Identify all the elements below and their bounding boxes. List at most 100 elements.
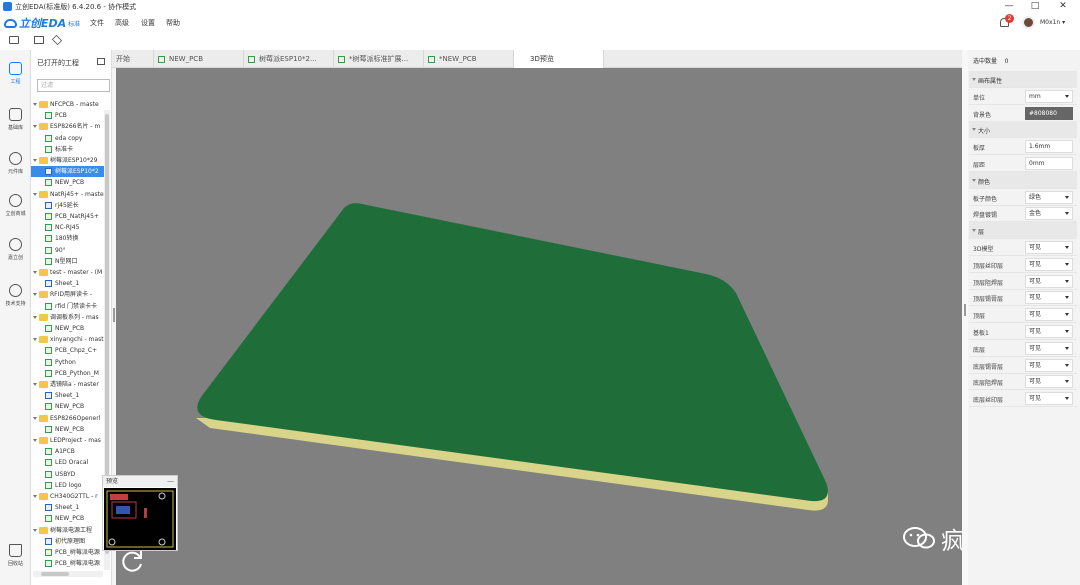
nav-jlc[interactable]: 嘉立创 xyxy=(0,234,31,268)
maximize-button[interactable]: □ xyxy=(1024,1,1046,13)
tab-3d-preview[interactable]: 3D预览 xyxy=(514,50,604,68)
project-filter-input[interactable]: 过滤 xyxy=(37,79,110,92)
tree-project-item[interactable]: 树莓派ESP10*29 xyxy=(31,155,105,166)
save-icon[interactable] xyxy=(34,36,44,44)
tree-document-item[interactable]: NEW_PCB xyxy=(31,323,105,334)
tree-project-item[interactable]: 调调板系列 - mas xyxy=(31,312,105,323)
menu-help[interactable]: 帮助 xyxy=(166,18,180,28)
property-select[interactable]: 可见 xyxy=(1025,274,1073,288)
tree-document-item[interactable]: 180转换 xyxy=(31,233,105,244)
expand-caret-icon[interactable] xyxy=(33,103,37,106)
nav-component-library[interactable]: 元件库 xyxy=(0,148,31,182)
property-select[interactable]: 可见 xyxy=(1025,375,1073,389)
tree-project-item[interactable]: LEDProject - mas xyxy=(31,435,105,446)
property-select[interactable]: 可见 xyxy=(1025,291,1073,305)
property-input[interactable]: #808080 xyxy=(1025,106,1073,120)
avatar[interactable] xyxy=(1022,16,1035,29)
nav-lcsc-mall[interactable]: 立创商城 xyxy=(0,190,31,224)
tree-document-item[interactable]: NEW_PCB xyxy=(31,513,105,524)
close-button[interactable]: ✕ xyxy=(1052,1,1074,13)
menu-file[interactable]: 文件 xyxy=(90,18,104,28)
tab-rpi-esp[interactable]: 树莓派ESP10*2... xyxy=(244,50,334,68)
tree-document-item[interactable]: 90° xyxy=(31,245,105,256)
right-splitter[interactable] xyxy=(962,50,968,585)
tree-project-item[interactable]: 透镜陪a - master xyxy=(31,379,105,390)
3d-viewport[interactable] xyxy=(116,68,962,585)
tree-document-item[interactable]: LED logo xyxy=(31,480,105,491)
tree-document-item[interactable]: LED Oracal xyxy=(31,457,105,468)
tree-document-item[interactable]: rfid 门禁读卡卡 xyxy=(31,301,105,312)
tree-project-item[interactable]: test - master - (M xyxy=(31,267,105,278)
property-input[interactable]: 1.6mm xyxy=(1025,140,1073,154)
expand-caret-icon[interactable] xyxy=(33,192,37,196)
expand-caret-icon[interactable] xyxy=(33,315,37,319)
expand-caret-icon[interactable] xyxy=(33,159,37,162)
tree-document-item[interactable]: eda copy xyxy=(31,133,105,144)
tree-document-item[interactable]: 初代原理图 xyxy=(31,536,105,547)
folder-open-icon[interactable] xyxy=(9,36,19,44)
expand-caret-icon[interactable] xyxy=(33,383,37,386)
property-select[interactable]: 可见 xyxy=(1025,392,1073,406)
user-name[interactable]: M0x1n ▾ xyxy=(1040,19,1065,26)
tab-start[interactable]: 开始 xyxy=(112,50,154,68)
expand-caret-icon[interactable] xyxy=(33,293,37,297)
tree-document-item[interactable]: NEW_PCB xyxy=(31,177,105,188)
tree-project-item[interactable]: 树莓派电源工程 xyxy=(31,525,105,536)
tab-new-pcb-2[interactable]: *NEW_PCB xyxy=(424,50,514,68)
nav-basic-library[interactable]: 基础库 xyxy=(0,104,31,138)
project-tree-hscrollbar[interactable] xyxy=(33,571,103,577)
tree-document-item[interactable]: rj45延长 xyxy=(31,200,105,211)
tab-rpi-std[interactable]: *树莓派标准扩展... xyxy=(334,50,424,68)
nav-support[interactable]: 技术支持 xyxy=(0,280,31,314)
tree-document-item[interactable]: NEW_PCB xyxy=(31,401,105,412)
expand-caret-icon[interactable] xyxy=(33,495,37,498)
property-select[interactable]: 可见 xyxy=(1025,241,1073,254)
menu-settings[interactable]: 设置 xyxy=(141,18,155,28)
property-select[interactable]: 可见 xyxy=(1025,325,1073,338)
tree-document-item[interactable]: PCB_树莓派电源 xyxy=(31,558,105,569)
tree-document-item[interactable]: NEW_PCB xyxy=(31,424,105,435)
tree-project-item[interactable]: ESP8266Openerl xyxy=(31,413,105,424)
tree-document-item[interactable]: Sheet_1 xyxy=(31,278,105,289)
menu-advanced[interactable]: 高级 xyxy=(115,18,129,28)
expand-caret-icon[interactable] xyxy=(33,271,37,274)
tree-document-item[interactable]: A1PCB xyxy=(31,446,105,457)
minimize-button[interactable]: — xyxy=(998,1,1020,13)
property-select[interactable]: 可见 xyxy=(1025,308,1073,322)
property-section[interactable]: 大小 xyxy=(969,121,1077,139)
tab-new-pcb[interactable]: NEW_PCB xyxy=(154,50,244,68)
property-input[interactable]: 0mm xyxy=(1025,157,1073,170)
nav-recycle-bin[interactable]: 回收站 xyxy=(0,540,31,574)
tree-document-item[interactable]: 树莓派ESP10*2 xyxy=(31,166,105,178)
reset-view-icon[interactable] xyxy=(119,548,145,574)
expand-caret-icon[interactable] xyxy=(33,416,37,420)
tree-document-item[interactable]: PCB_Python_M xyxy=(31,368,105,379)
tree-document-item[interactable]: PCB_NatRj45+ xyxy=(31,211,105,222)
property-select[interactable]: mm xyxy=(1025,89,1073,103)
tree-project-item[interactable]: NatRj45+ - maste xyxy=(31,189,105,200)
tree-document-item[interactable]: Python xyxy=(31,357,105,368)
tree-project-item[interactable]: ESP8266名片 - m xyxy=(31,121,105,132)
property-section[interactable]: 颜色 xyxy=(969,171,1077,189)
nav-project[interactable]: 工程 xyxy=(0,58,31,92)
property-section[interactable]: 画布属性 xyxy=(969,71,1077,88)
tree-document-item[interactable]: N型网口 xyxy=(31,256,105,267)
expand-caret-icon[interactable] xyxy=(33,528,37,532)
tree-document-item[interactable]: PCB_Chpz_C+ xyxy=(31,345,105,356)
expand-caret-icon[interactable] xyxy=(33,338,37,342)
open-folder-icon[interactable] xyxy=(97,58,105,65)
expand-caret-icon[interactable] xyxy=(33,439,37,442)
tree-project-item[interactable]: xinyangchi - mast xyxy=(31,334,105,345)
property-section[interactable]: 层 xyxy=(969,222,1077,240)
tree-document-item[interactable]: Sheet_1 xyxy=(31,390,105,401)
tree-document-item[interactable]: 标准卡 xyxy=(31,144,105,155)
property-select[interactable]: 金色 xyxy=(1025,207,1073,221)
tree-document-item[interactable]: USBYD xyxy=(31,469,105,480)
hscrollbar-thumb[interactable] xyxy=(41,572,69,576)
layers-icon[interactable] xyxy=(51,34,63,46)
splitter-grip[interactable] xyxy=(964,304,966,316)
property-select[interactable]: 可见 xyxy=(1025,257,1073,271)
property-select[interactable]: 可见 xyxy=(1025,341,1073,355)
tree-project-item[interactable]: CH340G2TTL - r xyxy=(31,491,105,502)
tree-document-item[interactable]: Sheet_1 xyxy=(31,502,105,513)
